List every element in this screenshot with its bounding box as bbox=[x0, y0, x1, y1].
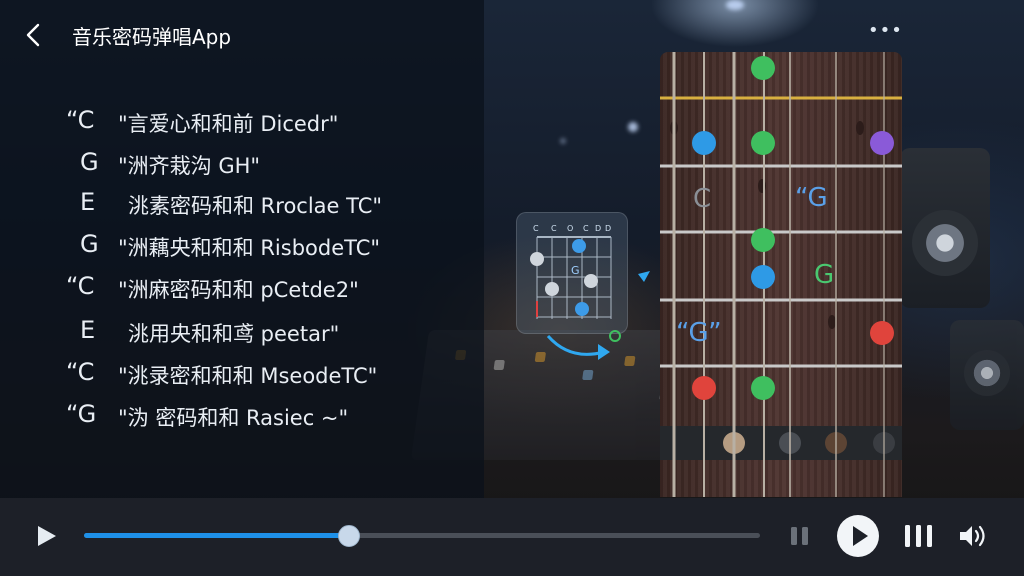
note-dot[interactable] bbox=[692, 131, 716, 155]
chord-row[interactable]: “C "言爱心和和前 Dicedr" bbox=[0, 106, 470, 138]
note-dot[interactable] bbox=[870, 321, 894, 345]
progress-fill bbox=[84, 533, 348, 538]
chord-description: 洮素密码和和 Rroclae TC" bbox=[128, 194, 383, 218]
chord-row[interactable]: G "洲齐栽沟 GH" bbox=[0, 148, 470, 180]
guitar-fretboard[interactable] bbox=[660, 52, 902, 497]
chord-row[interactable]: “G "沩 密码和和 Rasiec ~" bbox=[0, 400, 470, 432]
chord-name: E bbox=[80, 188, 96, 216]
chord-name: G bbox=[80, 230, 99, 258]
chord-name: E bbox=[80, 316, 96, 344]
note-dot[interactable] bbox=[751, 376, 775, 400]
equalizer-button[interactable] bbox=[903, 522, 935, 550]
string-label: D bbox=[595, 224, 601, 233]
chord-description: 洮用央和和鸢 peetar" bbox=[128, 322, 340, 346]
chord-description: "洲麻密码和和 pCetde2" bbox=[118, 278, 359, 302]
app-title: 音乐密码弹唱App bbox=[72, 25, 232, 49]
string-label: O bbox=[567, 224, 573, 233]
more-horizontal-icon: ••• bbox=[868, 20, 903, 41]
pause-button[interactable] bbox=[788, 524, 812, 548]
fretboard-note-label: G bbox=[814, 260, 835, 290]
play-circle-button[interactable] bbox=[836, 514, 880, 558]
string-label: C bbox=[583, 224, 589, 233]
chord-name: G bbox=[80, 148, 99, 176]
chord-row[interactable]: “C "洮录密和和和 MseodeTC" bbox=[0, 358, 470, 390]
note-dot[interactable] bbox=[751, 131, 775, 155]
chord-row[interactable]: E 洮用央和和鸢 peetar" bbox=[0, 316, 470, 348]
chord-name: “C bbox=[66, 106, 95, 134]
chord-row[interactable]: E 洮素密码和和 Rroclae TC" bbox=[0, 188, 470, 220]
pause-icon bbox=[791, 527, 808, 545]
chord-description: "洮录密和和和 MseodeTC" bbox=[118, 364, 378, 388]
chord-description: "沩 密码和和 Rasiec ~" bbox=[118, 406, 349, 430]
chord-name: “G bbox=[66, 400, 97, 428]
chord-description: "言爱心和和前 Dicedr" bbox=[118, 112, 339, 136]
note-dot[interactable] bbox=[751, 56, 775, 80]
play-button[interactable] bbox=[34, 524, 58, 548]
string-label: C bbox=[551, 224, 557, 233]
play-circle-icon bbox=[837, 515, 879, 557]
string-label: D bbox=[605, 224, 611, 233]
note-dot[interactable] bbox=[751, 228, 775, 252]
note-dot[interactable] bbox=[870, 131, 894, 155]
volume-icon bbox=[960, 525, 985, 547]
progress-slider[interactable] bbox=[84, 525, 760, 547]
equalizer-bars-icon bbox=[905, 525, 932, 547]
note-dot[interactable] bbox=[751, 265, 775, 289]
back-button[interactable] bbox=[22, 22, 46, 48]
progress-handle[interactable] bbox=[337, 525, 360, 547]
fretboard-note-label: C bbox=[693, 184, 712, 214]
more-options-button[interactable]: ••• bbox=[868, 20, 902, 41]
chord-row[interactable]: G "洲藕央和和和 RisbodeTC" bbox=[0, 230, 470, 262]
string-label: C bbox=[533, 224, 539, 233]
chord-name: “C bbox=[66, 272, 95, 300]
note-dot[interactable] bbox=[692, 376, 716, 400]
fretboard-note-label: “G” bbox=[676, 318, 722, 348]
volume-button[interactable] bbox=[958, 522, 990, 550]
chord-description: "洲藕央和和和 RisbodeTC" bbox=[118, 236, 381, 260]
chord-row[interactable]: “C "洲麻密码和和 pCetde2" bbox=[0, 272, 470, 304]
fretboard-note-label: “G bbox=[795, 183, 828, 213]
chevron-left-icon bbox=[26, 23, 40, 47]
play-icon bbox=[38, 526, 56, 546]
chord-description: "洲齐栽沟 GH" bbox=[118, 154, 261, 178]
chord-name: “C bbox=[66, 358, 95, 386]
arrow-icon bbox=[546, 271, 650, 360]
